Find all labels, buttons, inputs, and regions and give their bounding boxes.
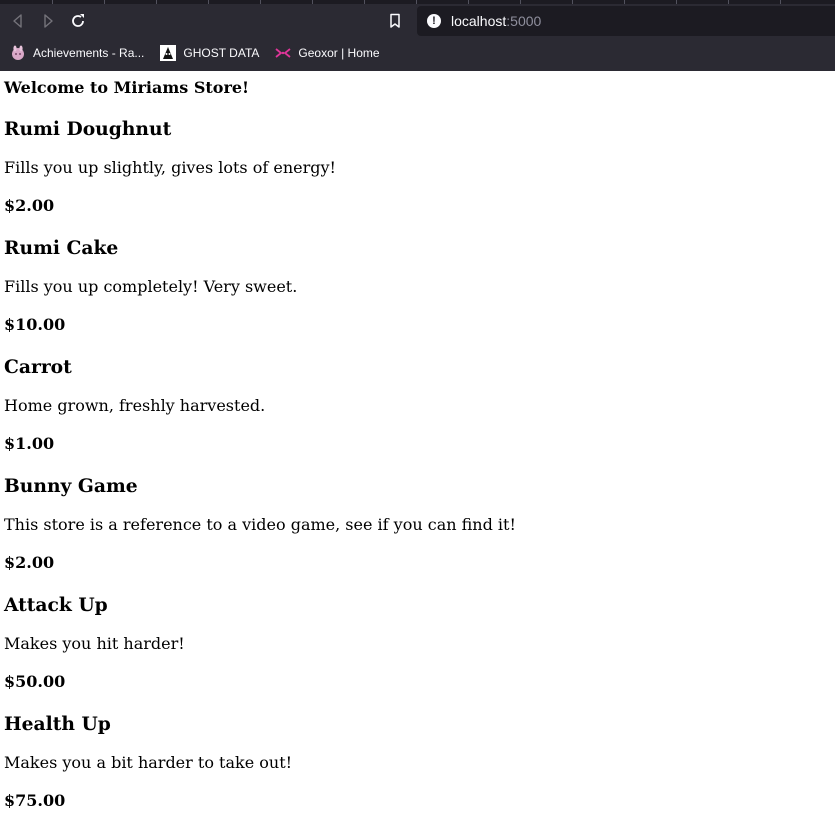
item-price: $2.00 [4, 196, 55, 215]
item-name: Carrot [4, 356, 72, 378]
bookmarks-toolbar: Achievements - Ra... GHOST DATA Geoxor |… [0, 38, 835, 68]
item-description: Home grown, freshly harvested. [4, 396, 266, 415]
item-name: Attack Up [4, 594, 108, 616]
item-description: Makes you hit harder! [4, 634, 185, 653]
store-item: Rumi Cake Fills you up completely! Very … [4, 216, 831, 335]
forward-button[interactable] [35, 8, 61, 34]
reload-icon [72, 14, 84, 27]
store-item: Attack Up Makes you hit harder! $50.00 [4, 573, 831, 692]
bookmark-icon [390, 13, 400, 28]
site-info-icon[interactable]: ! [427, 14, 441, 28]
item-name: Bunny Game [4, 475, 138, 497]
item-price: $1.00 [4, 434, 55, 453]
geoxor-favicon-icon [275, 48, 291, 58]
welcome-heading: Welcome to Miriams Store! [4, 78, 250, 97]
item-name: Health Up [4, 713, 111, 735]
item-name: Rumi Doughnut [4, 118, 172, 140]
bookmark-geoxor[interactable]: Geoxor | Home [271, 41, 383, 65]
address-bar[interactable]: ! localhost:5000 [417, 6, 835, 36]
store-item: Carrot Home grown, freshly harvested. $1… [4, 335, 831, 454]
bunny-favicon-icon [12, 45, 24, 60]
bookmark-page-button[interactable] [384, 8, 406, 34]
bookmark-achievements[interactable]: Achievements - Ra... [6, 41, 148, 65]
back-button[interactable] [5, 8, 31, 34]
url-host: localhost [451, 13, 507, 29]
back-arrow-icon [13, 14, 22, 28]
url-port: :5000 [506, 13, 542, 29]
item-description: This store is a reference to a video gam… [4, 515, 516, 534]
bookmark-label: Geoxor | Home [298, 46, 380, 60]
url-text[interactable]: localhost:5000 [451, 13, 541, 29]
bookmark-label: Achievements - Ra... [33, 46, 145, 60]
ghost-data-favicon-icon [160, 45, 177, 61]
item-price: $10.00 [4, 315, 66, 334]
item-price: $75.00 [4, 791, 66, 810]
store-item: Bunny Game This store is a reference to … [4, 454, 831, 573]
browser-chrome: ! localhost:5000 Achievements - Ra... GH… [0, 0, 835, 71]
store-item: Health Up Makes you a bit harder to take… [4, 692, 831, 811]
bookmark-ghost-data[interactable]: GHOST DATA [156, 41, 263, 65]
item-name: Rumi Cake [4, 237, 119, 259]
page-content: Welcome to Miriams Store! Rumi Doughnut … [0, 79, 835, 811]
forward-arrow-icon [44, 14, 53, 28]
bookmark-label: GHOST DATA [183, 46, 260, 60]
item-price: $2.00 [4, 553, 55, 572]
item-price: $50.00 [4, 672, 66, 691]
item-description: Makes you a bit harder to take out! [4, 753, 293, 772]
item-description: Fills you up slightly, gives lots of ene… [4, 158, 336, 177]
reload-button[interactable] [65, 8, 91, 34]
store-item: Rumi Doughnut Fills you up slightly, giv… [4, 97, 831, 216]
item-description: Fills you up completely! Very sweet. [4, 277, 298, 296]
nav-toolbar: ! localhost:5000 [0, 4, 835, 38]
